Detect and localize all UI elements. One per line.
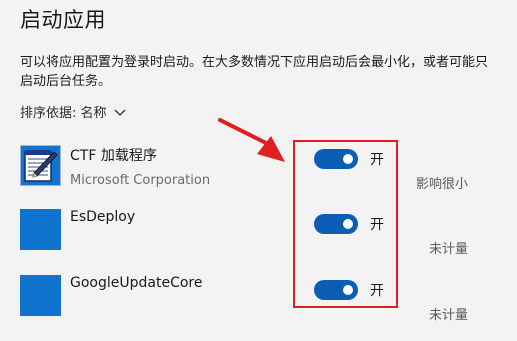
page-description: 可以将应用配置为登录时启动。在大多数情况下应用启动后会最小化，或者可能只启动后台… <box>20 55 489 89</box>
app-icon <box>20 275 61 316</box>
notepad-pen-icon <box>20 145 61 186</box>
sort-label: 排序依据: 名称 <box>20 106 107 121</box>
startup-app-row: EsDeploy 开 未计量 <box>0 209 517 275</box>
startup-impact: 影响很小 <box>415 177 468 192</box>
startup-impact: 未计量 <box>428 308 468 323</box>
page-title: 启动应用 <box>20 8 106 32</box>
app-publisher: Microsoft Corporation <box>70 173 211 188</box>
startup-impact: 未计量 <box>428 242 468 257</box>
startup-app-row: CTF 加载程序 Microsoft Corporation 开 影响很小 <box>0 145 517 211</box>
startup-app-row: GoogleUpdateCore 开 未计量 <box>0 275 517 341</box>
app-icon <box>20 209 61 250</box>
app-name: GoogleUpdateCore <box>70 275 203 291</box>
app-name: EsDeploy <box>70 209 136 225</box>
highlight-box <box>293 140 398 308</box>
app-name: CTF 加载程序 <box>70 148 157 164</box>
sort-dropdown[interactable]: 排序依据: 名称 <box>20 102 127 121</box>
chevron-down-icon <box>114 109 125 116</box>
